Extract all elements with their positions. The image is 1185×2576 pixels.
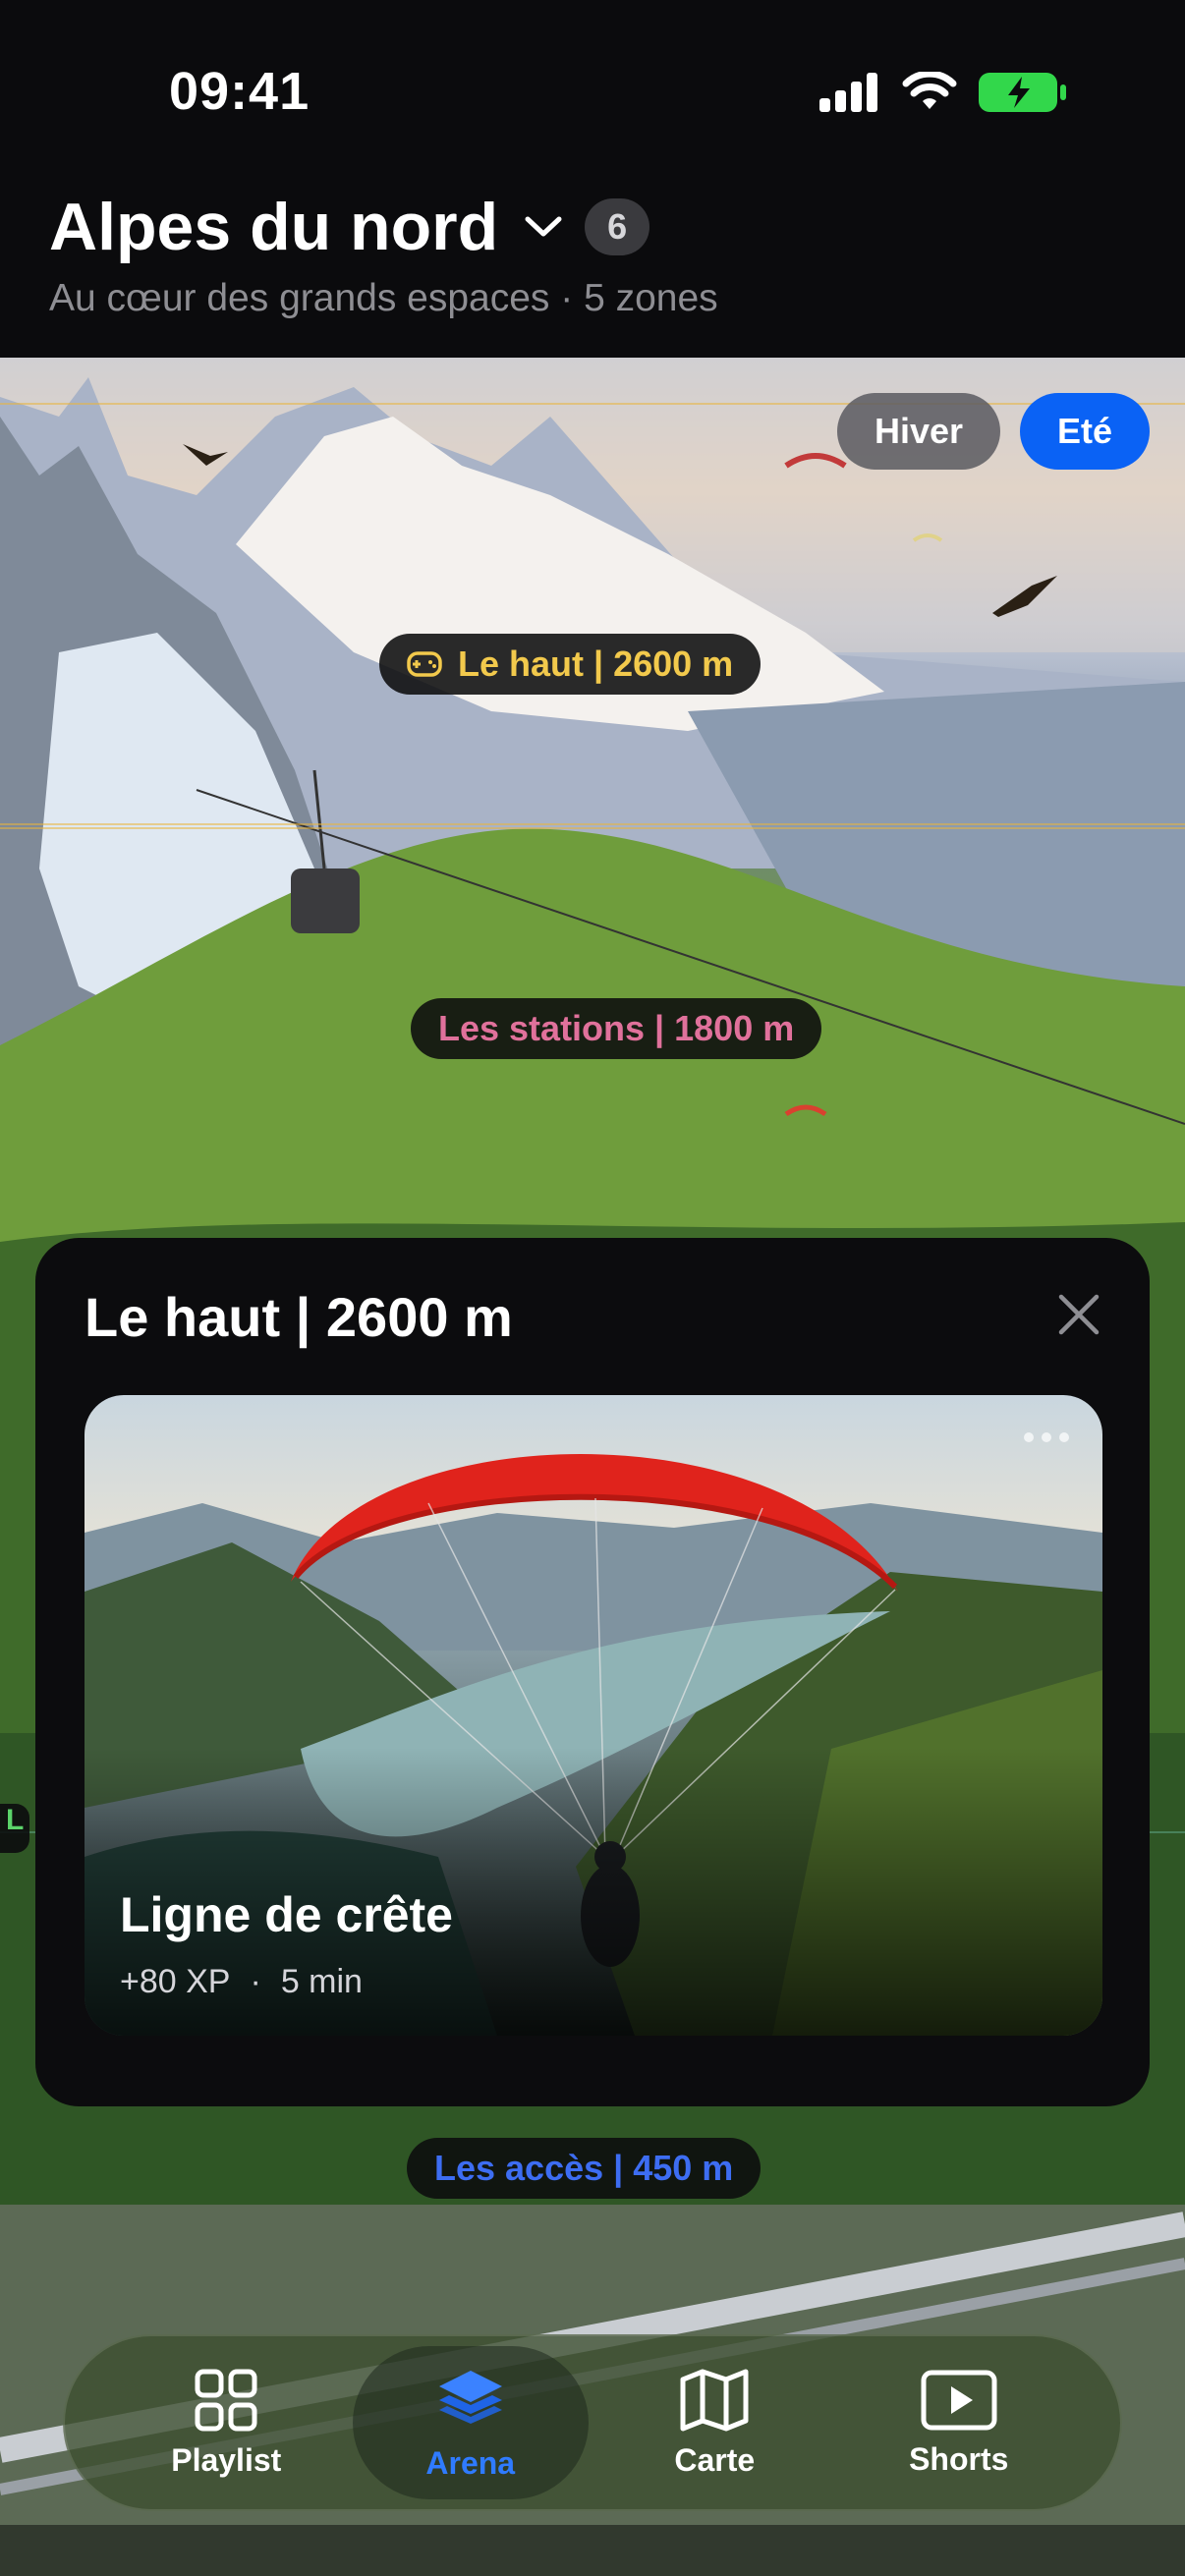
region-selector[interactable]: Alpes du nord 6 [49,189,650,265]
more-options-icon[interactable] [1024,1432,1069,1442]
page-subtitle: Au cœur des grands espaces · 5 zones [49,277,718,319]
layers-icon [438,2370,502,2424]
tab-playlist[interactable]: Playlist [108,2346,344,2499]
zone-side-tab[interactable]: L [0,1804,29,1853]
page-title: Alpes du nord [49,190,499,264]
tab-shorts-label: Shorts [909,2440,1009,2477]
status-time: 09:41 [169,62,310,121]
activity-duration: 5 min [280,1963,363,2000]
zone-pill-stations[interactable]: Les stations | 1800 m [411,998,822,1059]
cellular-signal-icon [819,73,877,112]
season-summer-button[interactable]: Eté [1020,393,1150,470]
tab-shorts[interactable]: Shorts [841,2346,1077,2499]
meta-separator: · [250,1963,261,2000]
tab-carte[interactable]: Carte [596,2346,832,2499]
zone-boundary [0,823,1185,825]
tab-arena-label: Arena [425,2444,516,2481]
tab-playlist-label: Playlist [171,2441,282,2478]
chevron-down-icon[interactable] [524,207,563,247]
zone-pill-top[interactable]: Le haut | 2600 m [379,634,762,695]
battery-charging-icon [979,73,1066,112]
activity-title: Ligne de crête [120,1887,453,1942]
sheet-title: Le haut | 2600 m [85,1286,513,1348]
status-bar: 09:41 [0,0,1185,187]
bottom-tab-bar: Playlist Arena Carte Shorts [63,2334,1122,2511]
zone-pill-access[interactable]: Les accès | 450 m [407,2138,762,2199]
activity-meta: +80 XP · 5 min [120,1963,363,2001]
zone-detail-sheet: Le haut | 2600 m Ligne de crête +80 XP ·… [35,1238,1150,2106]
zone-boundary-upper [0,827,1185,829]
home-indicator-area [0,2525,1185,2576]
close-icon[interactable] [1055,1291,1102,1338]
zone-pill-stations-label: Les stations | 1800 m [438,1008,795,1048]
play-icon [921,2370,997,2430]
tab-carte-label: Carte [674,2441,756,2478]
tab-arena[interactable]: Arena [352,2346,589,2499]
gamepad-icon [407,651,442,677]
zone-pill-top-label: Le haut | 2600 m [458,644,734,684]
status-icons [819,71,1067,114]
map-icon [680,2369,749,2431]
region-header: Alpes du nord 6 Au cœur des grands espac… [0,177,1185,358]
zone-pill-access-label: Les accès | 450 m [434,2148,734,2188]
activity-xp: +80 XP [120,1963,231,2000]
season-winter-button[interactable]: Hiver [837,393,1000,470]
activity-card[interactable]: Ligne de crête +80 XP · 5 min [85,1395,1102,2036]
count-badge: 6 [585,198,650,255]
grid-icon [195,2369,257,2431]
wifi-icon [902,72,957,109]
season-toggle: Hiver Eté [837,393,1150,470]
